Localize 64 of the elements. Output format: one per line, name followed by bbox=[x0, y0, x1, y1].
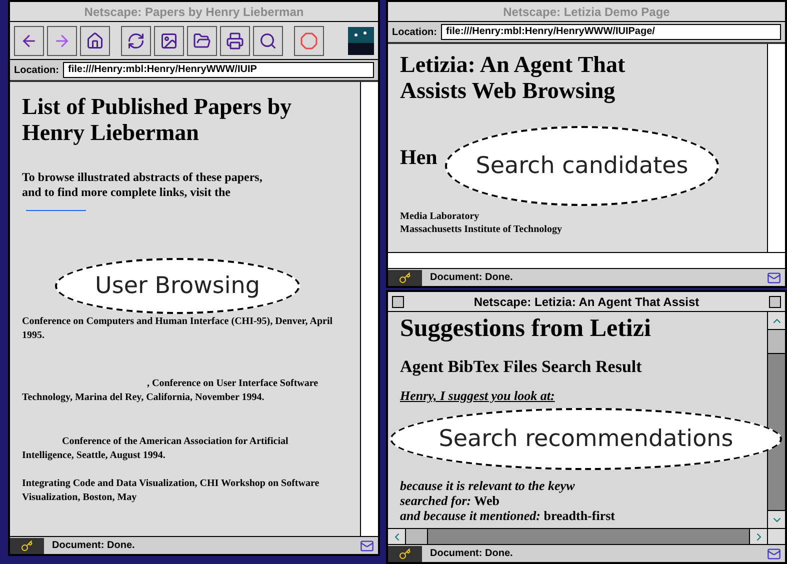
author-name: Hen bbox=[400, 144, 438, 170]
mail-icon[interactable] bbox=[767, 546, 781, 560]
images-button[interactable] bbox=[154, 26, 184, 56]
mail-icon[interactable] bbox=[767, 270, 781, 284]
callout-label: Search recommendations bbox=[438, 424, 734, 454]
image-icon bbox=[160, 32, 178, 50]
reload-button[interactable] bbox=[121, 26, 151, 56]
location-field[interactable]: file:///Henry:mbl:Henry/HenryWWW/IUIP bbox=[63, 62, 374, 78]
page-heading: List of Published Papers by Henry Lieberman bbox=[22, 94, 293, 146]
affiliation-text: Media Laboratory bbox=[400, 210, 480, 223]
paper-entry: , Conference on User Interface Software Technology, Marina del Rey, California, November 1994. bbox=[22, 377, 320, 405]
status-text: Document: Done. bbox=[430, 547, 514, 561]
search-icon bbox=[259, 32, 277, 50]
intro-paragraph: To browse illustrated abstracts of these papers, and to find more complete links, visit the bbox=[22, 170, 262, 199]
page-heading: Suggestions from Letizi bbox=[400, 316, 652, 342]
find-button[interactable] bbox=[253, 26, 283, 56]
reason-line: and because it mentioned: breadth-first bbox=[400, 508, 616, 523]
paper-entry: Integrating Code and Data Visualization, CHI Workshop on Software Visualization, Boston, May bbox=[22, 477, 320, 505]
back-button[interactable] bbox=[14, 26, 44, 56]
window-title: Netscape: Papers by Henry Lieberman bbox=[83, 4, 305, 20]
scroll-bar[interactable] bbox=[360, 82, 378, 536]
stop-button[interactable] bbox=[294, 26, 324, 56]
resize-box[interactable] bbox=[767, 529, 785, 544]
window-title: Netscape: Letizia Demo Page bbox=[502, 4, 671, 20]
scroll-thumb[interactable] bbox=[406, 529, 428, 544]
scroll-left-button[interactable] bbox=[388, 529, 406, 544]
key-icon bbox=[388, 546, 422, 562]
paper-entry: Conference of the American Association for Artificial Intelligence, Seattle, August 1994. bbox=[22, 435, 290, 463]
open-button[interactable] bbox=[187, 26, 217, 56]
location-label: Location: bbox=[14, 64, 59, 78]
reason-line: because it is relevant to the keyw bbox=[400, 478, 576, 493]
callout-label: Search candidates bbox=[476, 152, 688, 181]
scroll-bar[interactable] bbox=[767, 44, 785, 252]
results-heading: Agent BibTex Files Search Result bbox=[400, 356, 643, 378]
scroll-down-button[interactable] bbox=[768, 510, 785, 528]
status-text: Document: Done. bbox=[52, 539, 136, 553]
window-title: Netscape: Letizia: An Agent That Assist bbox=[472, 294, 700, 310]
logo-icon bbox=[348, 26, 374, 54]
home-icon bbox=[86, 32, 104, 50]
key-icon bbox=[10, 538, 44, 554]
scroll-right-button[interactable] bbox=[749, 529, 767, 544]
location-field[interactable]: file:///Henry:mbl:Henry/HenryWWW/IUIPage/ bbox=[441, 24, 781, 40]
scroll-thumb[interactable] bbox=[768, 330, 785, 354]
mail-icon[interactable] bbox=[360, 538, 374, 552]
scroll-up-button[interactable] bbox=[768, 312, 785, 330]
home-button[interactable] bbox=[80, 26, 110, 56]
page-heading: Letizia: An Agent That Assists Web Browsing bbox=[400, 52, 626, 104]
reload-icon bbox=[127, 32, 145, 50]
paper-entry: Conference on Computers and Human Interface (CHI-95), Denver, April 1995. bbox=[22, 315, 334, 343]
callout-label: User Browsing bbox=[95, 272, 260, 301]
zoom-box[interactable] bbox=[769, 296, 781, 308]
folder-icon bbox=[193, 32, 211, 50]
scroll-bar[interactable] bbox=[388, 252, 785, 268]
status-text: Document: Done. bbox=[430, 271, 514, 285]
stop-icon bbox=[300, 32, 318, 50]
reason-line: searched for: Web bbox=[400, 493, 500, 508]
print-button[interactable] bbox=[220, 26, 250, 56]
printer-icon bbox=[226, 32, 244, 50]
affiliation-text: Massachusetts Institute of Technology bbox=[400, 223, 563, 236]
suggestion-prompt: Henry, I suggest you look at: bbox=[400, 388, 556, 404]
close-box[interactable] bbox=[392, 296, 404, 308]
forward-button[interactable] bbox=[47, 26, 77, 56]
location-label: Location: bbox=[392, 26, 437, 40]
key-icon bbox=[388, 270, 422, 286]
